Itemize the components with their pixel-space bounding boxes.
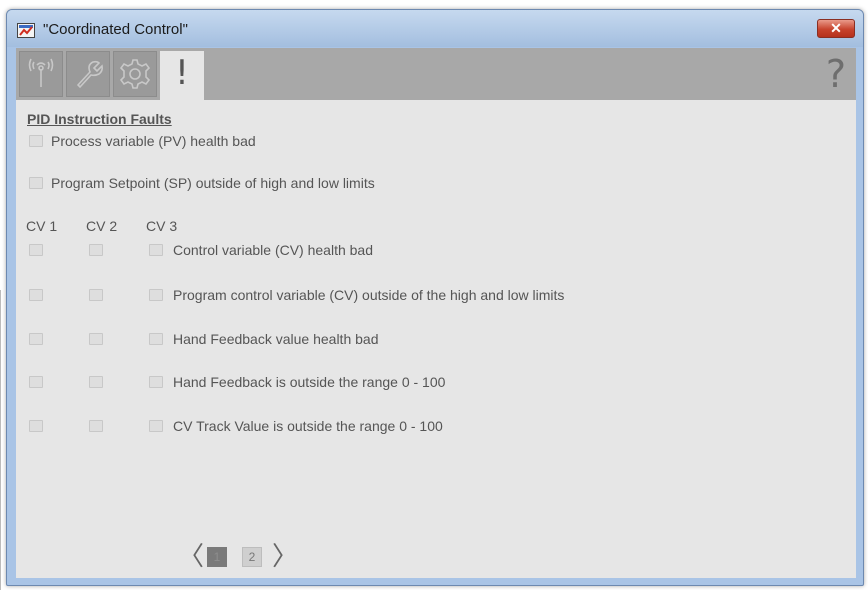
next-page-button[interactable]: 〉 [272, 542, 298, 572]
cv2-health-indicator [89, 244, 103, 256]
faceplate-window: "Coordinated Control" ✕ ! ? PID Instruct… [6, 9, 864, 586]
cv3-limits-indicator [149, 289, 163, 301]
section-title: PID Instruction Faults [27, 111, 172, 127]
cv2-limits-indicator [89, 289, 103, 301]
column-cv2: CV 2 [86, 218, 118, 234]
cv3-track-range-indicator [149, 420, 163, 432]
sp-limits-indicator [29, 177, 43, 189]
cv3-hand-fb-range-indicator [149, 376, 163, 388]
cv1-health-indicator [29, 244, 43, 256]
cv2-hand-fb-health-indicator [89, 333, 103, 345]
window-title: "Coordinated Control" [43, 21, 188, 38]
wrench-icon [76, 60, 103, 89]
help-icon[interactable]: ? [826, 52, 846, 96]
close-button[interactable]: ✕ [817, 19, 855, 38]
tab-operator[interactable] [19, 51, 63, 97]
cv2-track-range-indicator [89, 420, 103, 432]
antenna-icon [28, 58, 54, 87]
column-cv1: CV 1 [26, 218, 58, 234]
sp-limits-label: Program Setpoint (SP) outside of high an… [51, 175, 375, 191]
pv-health-indicator [29, 135, 43, 147]
tab-maintenance[interactable] [66, 51, 110, 97]
cv1-track-range-indicator [29, 420, 43, 432]
faceplate-toolbar: ! ? [16, 48, 856, 100]
cv2-hand-fb-range-indicator [89, 376, 103, 388]
prev-page-button[interactable]: 〈 [178, 542, 204, 572]
title-bar[interactable]: "Coordinated Control" ✕ [7, 10, 863, 47]
column-cv3: CV 3 [146, 218, 178, 234]
exclamation-icon: ! [175, 53, 189, 93]
gear-icon [119, 59, 151, 89]
page-1-button[interactable]: 1 [207, 547, 227, 567]
hand-fb-health-label: Hand Feedback value health bad [173, 331, 379, 347]
cv1-limits-indicator [29, 289, 43, 301]
page-2-button[interactable]: 2 [242, 547, 262, 567]
tab-faults[interactable]: ! [160, 51, 204, 100]
hand-fb-range-label: Hand Feedback is outside the range 0 - 1… [173, 374, 446, 390]
cv-limits-label: Program control variable (CV) outside of… [173, 287, 565, 303]
faceplate-client: ! ? PID Instruction Faults Process varia… [16, 48, 856, 578]
background-edge [0, 290, 5, 590]
cv1-hand-fb-health-indicator [29, 333, 43, 345]
cv3-health-indicator [149, 244, 163, 256]
cv-health-label: Control variable (CV) health bad [173, 242, 373, 258]
pv-health-label: Process variable (PV) health bad [51, 133, 256, 149]
tab-engineering[interactable] [113, 51, 157, 97]
cv3-hand-fb-health-indicator [149, 333, 163, 345]
cv1-hand-fb-range-indicator [29, 376, 43, 388]
app-icon [17, 23, 35, 38]
faults-panel: PID Instruction Faults Process variable … [16, 100, 856, 578]
cv-track-range-label: CV Track Value is outside the range 0 - … [173, 418, 443, 434]
